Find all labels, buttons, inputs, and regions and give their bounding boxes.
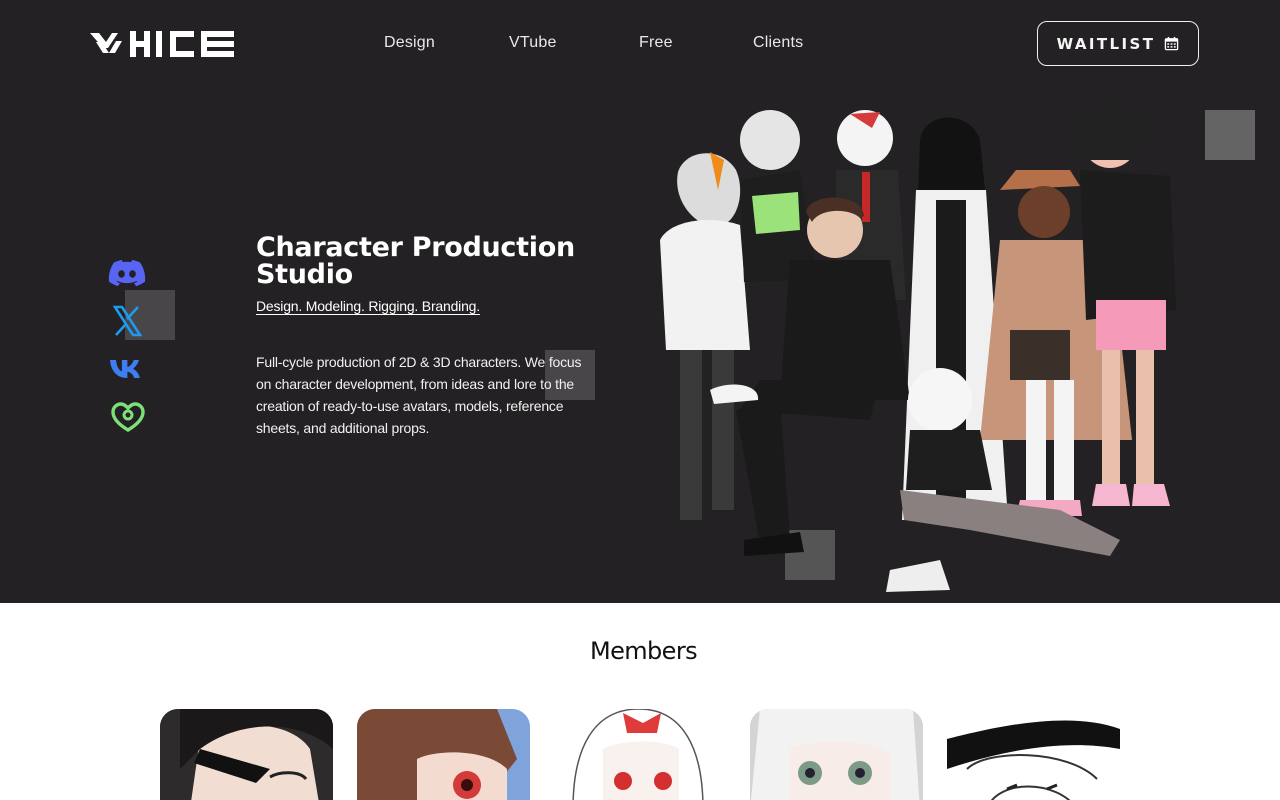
discord-icon bbox=[108, 260, 146, 287]
boosty-icon bbox=[111, 402, 145, 432]
nav-vtube[interactable]: VTube bbox=[509, 34, 557, 52]
nav-clients[interactable]: Clients bbox=[753, 34, 803, 52]
vk-link[interactable] bbox=[108, 355, 146, 385]
member-card[interactable] bbox=[750, 709, 923, 800]
hero-description: Full-cycle production of 2D & 3D charact… bbox=[256, 354, 582, 436]
member-card[interactable] bbox=[947, 709, 1120, 800]
waitlist-label: WAITLIST bbox=[1056, 34, 1156, 53]
boosty-link[interactable] bbox=[108, 400, 148, 434]
member-avatar bbox=[750, 709, 923, 800]
member-avatar bbox=[553, 709, 726, 800]
member-card[interactable] bbox=[160, 709, 333, 800]
hero-section: Design VTube Free Clients WAITLIST Chara… bbox=[0, 0, 1280, 603]
hero-title: Character Production Studio bbox=[256, 232, 575, 290]
x-link[interactable] bbox=[108, 304, 146, 338]
calendar-icon bbox=[1165, 36, 1179, 51]
member-avatar bbox=[357, 709, 530, 800]
characters-illustration bbox=[660, 105, 1176, 592]
member-card[interactable] bbox=[357, 709, 530, 800]
vk-icon bbox=[110, 360, 140, 378]
nav-design[interactable]: Design bbox=[384, 34, 435, 52]
member-avatar bbox=[947, 709, 1120, 800]
decorative-square bbox=[1205, 110, 1255, 160]
hero-tagline-link[interactable]: Design. Modeling. Rigging. Branding. bbox=[256, 298, 480, 314]
members-heading: Members bbox=[589, 637, 698, 665]
x-icon bbox=[112, 305, 143, 337]
discord-link[interactable] bbox=[108, 258, 146, 288]
member-card[interactable] bbox=[553, 709, 726, 800]
member-avatar bbox=[160, 709, 333, 800]
waitlist-button[interactable]: WAITLIST bbox=[1037, 21, 1199, 66]
nav-free[interactable]: Free bbox=[639, 34, 673, 52]
